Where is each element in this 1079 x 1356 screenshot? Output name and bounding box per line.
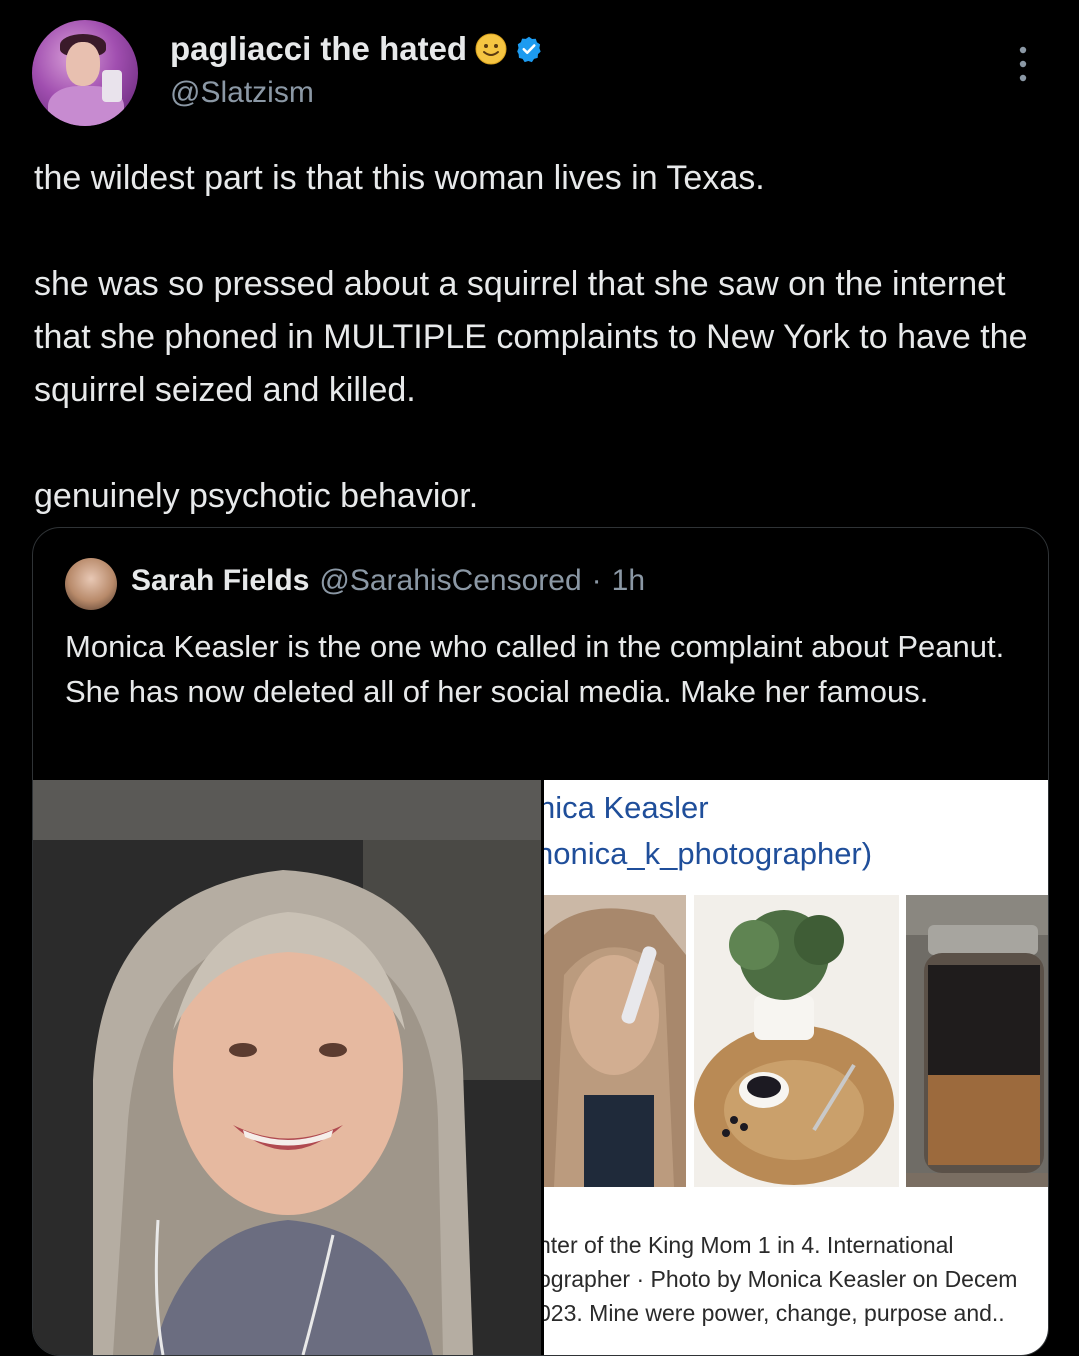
- tweet-paragraph: genuinely psychotic behavior.: [34, 477, 479, 515]
- smiling-face-emoji-icon: [475, 33, 507, 65]
- author-handle[interactable]: @Slatzism: [170, 76, 314, 110]
- plant-illustration: [694, 895, 899, 1187]
- quoted-author-avatar[interactable]: [65, 558, 117, 610]
- separator-dot: ·: [591, 564, 602, 597]
- profile-caption: hter of the King Mom 1 in 4. Internation…: [544, 1228, 1048, 1330]
- tweet-text: the wildest part is that this woman live…: [34, 152, 1044, 576]
- quoted-photo-profile-screenshot[interactable]: nica Keasler nonica_k_photographer) hter…: [544, 780, 1048, 1355]
- verified-badge-icon: [517, 36, 541, 63]
- caption-line: ographer · Photo by Monica Keasler on De…: [544, 1266, 1018, 1292]
- tweet-paragraph: the wildest part is that this woman live…: [34, 159, 765, 197]
- quoted-tweet-text: Monica Keasler is the one who called in …: [65, 629, 1005, 709]
- quoted-tweet-card[interactable]: Sarah Fields @SarahisCensored · 1h Monic…: [32, 527, 1049, 1356]
- profile-thumbnail-plant: [694, 895, 899, 1187]
- quoted-tweet-header: Sarah Fields @SarahisCensored · 1h: [131, 564, 645, 598]
- avatar-phone: [102, 70, 122, 102]
- caption-line: hter of the King Mom 1 in 4. Internation…: [544, 1232, 954, 1258]
- profile-username-text: nonica_k_photographer): [544, 836, 873, 871]
- author-avatar[interactable]: [32, 20, 138, 126]
- quoted-handle[interactable]: @SarahisCensored: [319, 564, 581, 598]
- quoted-display-name[interactable]: Sarah Fields: [131, 564, 309, 598]
- more-options-icon[interactable]: [1012, 44, 1034, 84]
- quoted-photo-selfie[interactable]: [33, 780, 541, 1355]
- author-display-name[interactable]: pagliacci the hated: [170, 30, 467, 68]
- profile-thumbnail-portrait: [544, 895, 686, 1187]
- selfie-illustration: [33, 780, 541, 1355]
- caption-line: 023. Mine were power, change, purpose an…: [544, 1300, 1005, 1326]
- author-name-line: pagliacci the hated: [170, 30, 543, 68]
- profile-name-text: nica Keasler: [544, 790, 709, 825]
- avatar-face: [66, 42, 100, 86]
- portrait-illustration: [544, 895, 686, 1187]
- quoted-timestamp[interactable]: 1h: [612, 564, 645, 598]
- jar-illustration: [906, 895, 1048, 1187]
- profile-thumbnail-jar: [906, 895, 1048, 1187]
- tweet-paragraph: she was so pressed about a squirrel that…: [34, 265, 1028, 409]
